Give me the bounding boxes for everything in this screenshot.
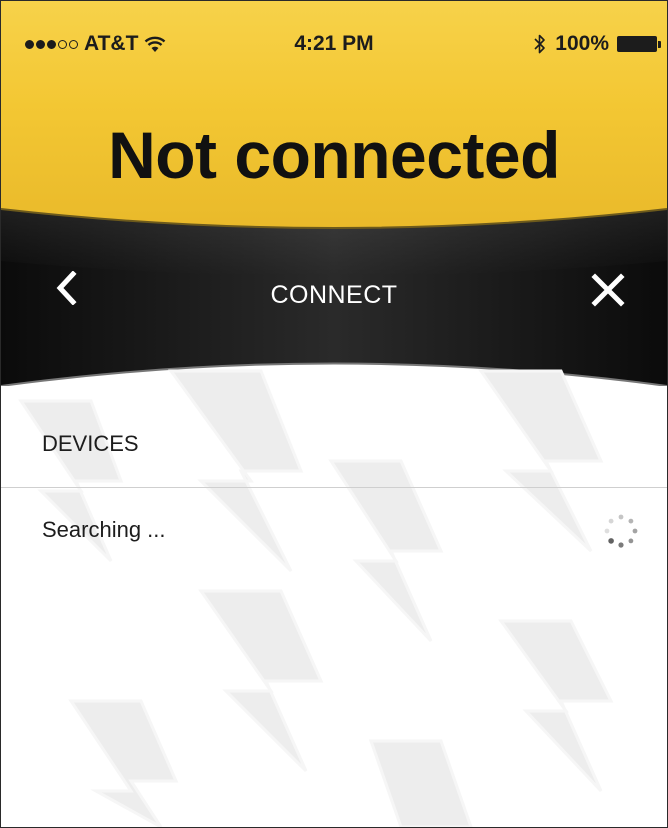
nav-title: CONNECT (270, 281, 398, 309)
battery-icon (617, 36, 661, 52)
close-button[interactable] (581, 263, 635, 317)
close-icon (591, 273, 625, 307)
header: AT&T 4:21 PM 100% Not connected (1, 1, 667, 233)
devices-section-header: DEVICES (42, 431, 139, 456)
loading-spinner-icon (604, 514, 638, 548)
searching-status: Searching ... (42, 517, 166, 542)
status-bar: AT&T 4:21 PM 100% (1, 1, 667, 55)
status-right: 100% (533, 32, 661, 56)
page-title: Not connected (108, 118, 560, 192)
app-screen: AT&T 4:21 PM 100% Not connected CONNECT … (0, 0, 668, 828)
device-list-item: Searching ... (1, 489, 667, 577)
bluetooth-icon (534, 34, 546, 54)
divider (1, 487, 667, 488)
battery-percent: 100% (555, 32, 609, 55)
